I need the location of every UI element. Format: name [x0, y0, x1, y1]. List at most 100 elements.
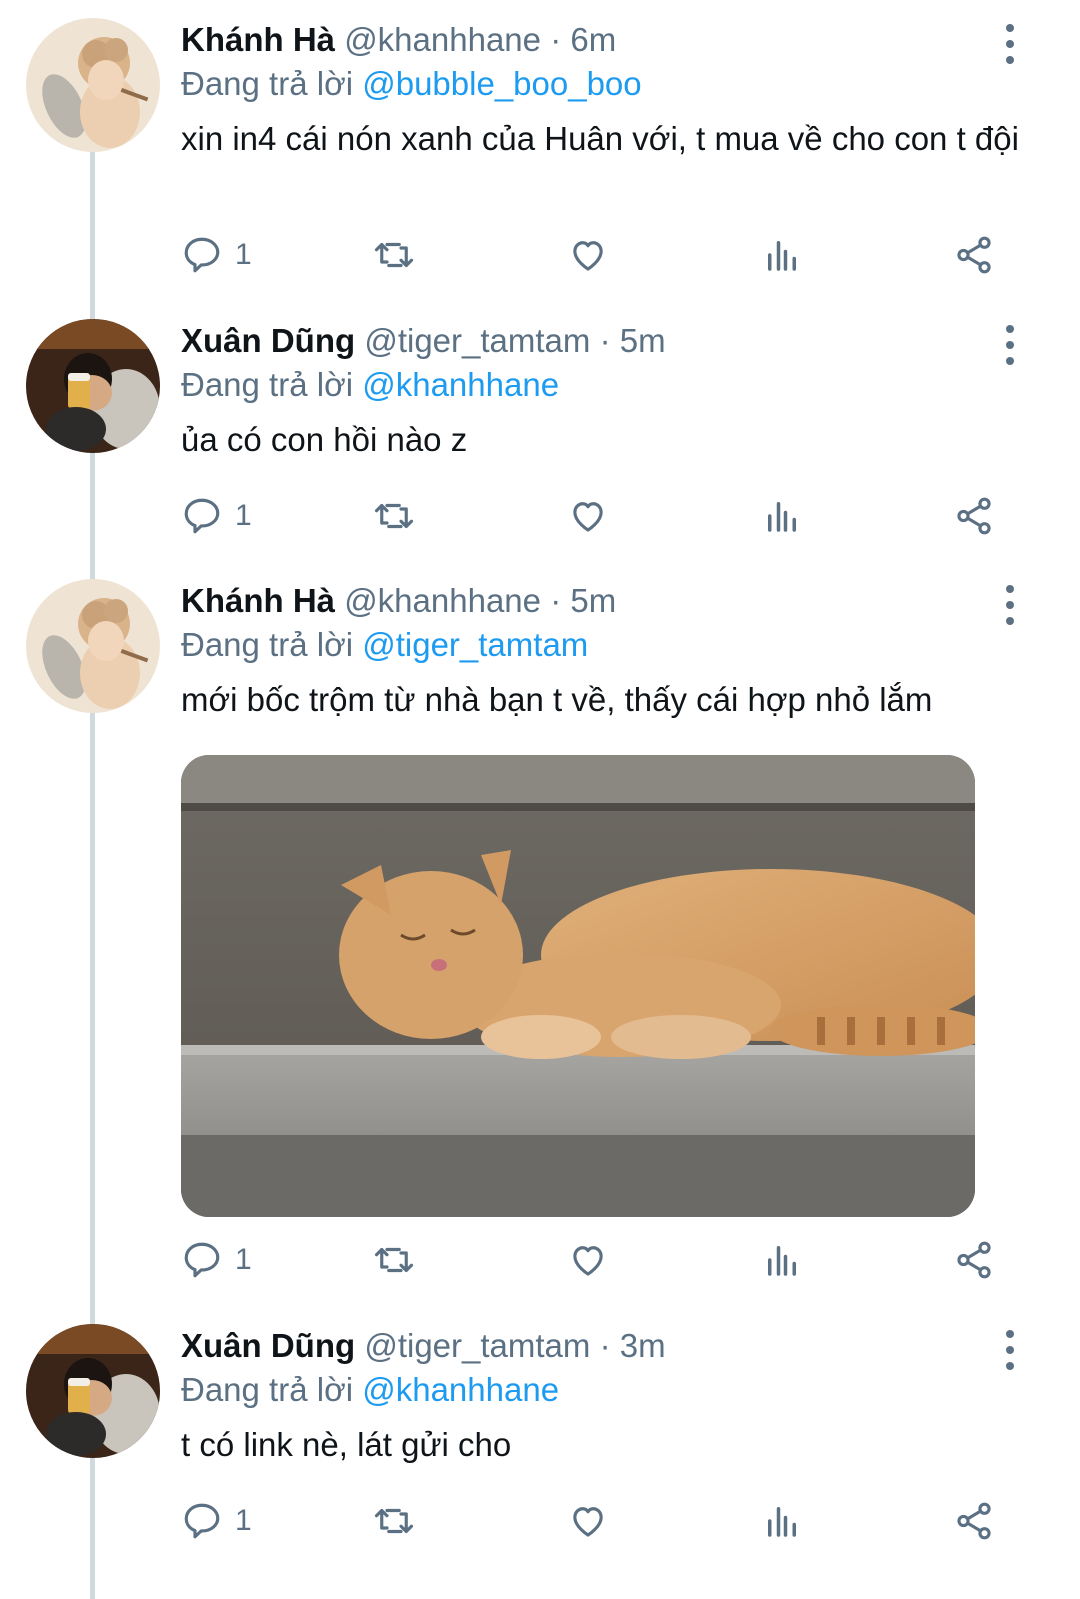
like-button[interactable] — [567, 491, 609, 541]
tweet-text: xin in4 cái nón xanh của Huân với, t mua… — [181, 120, 1019, 157]
like-button[interactable] — [567, 1235, 609, 1285]
retweet-button[interactable] — [373, 230, 415, 280]
retweet-icon — [374, 1508, 414, 1534]
tweet-text: t có link nè, lát gửi cho — [181, 1426, 512, 1463]
beer-avatar-icon — [26, 319, 160, 453]
sleeping-cat-photo[interactable] — [181, 755, 975, 1217]
mention-link[interactable]: @khanhhane — [362, 366, 559, 403]
analytics-button[interactable] — [761, 1235, 803, 1285]
tweet-header: Xuân Dũng @tiger_tamtam · 3m — [181, 1324, 1020, 1368]
tweet[interactable]: Xuân Dũng @tiger_tamtam · 5m Đang trả lờ… — [0, 301, 1080, 561]
user-handle[interactable]: @khanhhane — [344, 582, 541, 619]
tweet-text: ủa có con hồi nào z — [181, 421, 468, 458]
separator-dot: · — [599, 1327, 611, 1364]
display-name[interactable]: Xuân Dũng — [181, 1327, 355, 1364]
share-icon — [957, 497, 991, 535]
action-bar: 1 — [181, 230, 1021, 280]
analytics-button[interactable] — [761, 230, 803, 280]
user-handle[interactable]: @khanhhane — [344, 21, 541, 58]
heart-icon — [573, 1246, 603, 1276]
tweet-content: Khánh Hà @khanhhane · 6m Đang trả lời @b… — [181, 18, 1020, 160]
tweet-header: Khánh Hà @khanhhane · 5m — [181, 579, 1020, 623]
analytics-button[interactable] — [761, 491, 803, 541]
more-icon[interactable] — [998, 1330, 1022, 1370]
avatar[interactable] — [26, 1324, 160, 1458]
share-button[interactable] — [953, 230, 995, 280]
retweet-icon — [374, 1247, 414, 1273]
angel-avatar-icon — [26, 18, 160, 152]
replying-to: Đang trả lời @khanhhane — [181, 1368, 1020, 1412]
more-icon[interactable] — [998, 24, 1022, 64]
display-name[interactable]: Khánh Hà — [181, 582, 335, 619]
heart-icon — [573, 1507, 603, 1537]
avatar[interactable] — [26, 319, 160, 453]
action-bar: 1 — [181, 1496, 1021, 1546]
retweet-button[interactable] — [373, 491, 415, 541]
replying-prefix: Đang trả lời — [181, 1371, 354, 1408]
cat-photo-image — [181, 755, 975, 1217]
more-icon[interactable] — [998, 585, 1022, 625]
like-button[interactable] — [567, 230, 609, 280]
replying-to: Đang trả lời @khanhhane — [181, 363, 1020, 407]
reply-count: 1 — [235, 1504, 252, 1537]
reply-icon — [184, 237, 220, 273]
analytics-button[interactable] — [761, 1496, 803, 1546]
tweet-text: mới bốc trộm từ nhà bạn t về, thấy cái h… — [181, 681, 933, 718]
reply-button[interactable]: 1 — [181, 491, 252, 541]
reply-button[interactable]: 1 — [181, 1235, 252, 1285]
more-icon[interactable] — [998, 325, 1022, 365]
analytics-icon — [768, 1507, 796, 1537]
retweet-button[interactable] — [373, 1235, 415, 1285]
avatar[interactable] — [26, 579, 160, 713]
tweet[interactable]: Khánh Hà @khanhhane · 5m Đang trả lời @t… — [0, 561, 1080, 1306]
display-name[interactable]: Khánh Hà — [181, 21, 335, 58]
replying-prefix: Đang trả lời — [181, 65, 354, 102]
beer-avatar-icon — [26, 1324, 160, 1458]
retweet-button[interactable] — [373, 1496, 415, 1546]
tweet-content: Xuân Dũng @tiger_tamtam · 3m Đang trả lờ… — [181, 1324, 1020, 1466]
mention-link[interactable]: @bubble_boo_boo — [362, 65, 641, 102]
separator-dot: · — [550, 21, 562, 58]
share-button[interactable] — [953, 491, 995, 541]
like-button[interactable] — [567, 1496, 609, 1546]
reply-icon — [184, 498, 220, 534]
avatar[interactable] — [26, 18, 160, 152]
timestamp[interactable]: 6m — [570, 21, 616, 58]
share-icon — [957, 1241, 991, 1279]
analytics-icon — [768, 241, 796, 271]
action-bar: 1 — [181, 491, 1021, 541]
heart-icon — [573, 241, 603, 271]
mention-link[interactable]: @khanhhane — [362, 1371, 559, 1408]
tweet-header: Xuân Dũng @tiger_tamtam · 5m — [181, 319, 1020, 363]
share-button[interactable] — [953, 1496, 995, 1546]
angel-avatar-icon — [26, 579, 160, 713]
reply-button[interactable]: 1 — [181, 1496, 252, 1546]
separator-dot: · — [599, 322, 611, 359]
reply-count: 1 — [235, 238, 252, 271]
timestamp[interactable]: 3m — [620, 1327, 666, 1364]
replying-prefix: Đang trả lời — [181, 626, 354, 663]
display-name[interactable]: Xuân Dũng — [181, 322, 355, 359]
share-button[interactable] — [953, 1235, 995, 1285]
tweet-header: Khánh Hà @khanhhane · 6m — [181, 18, 1020, 62]
replying-prefix: Đang trả lời — [181, 366, 354, 403]
user-handle[interactable]: @tiger_tamtam — [364, 322, 590, 359]
reply-button[interactable]: 1 — [181, 230, 252, 280]
separator-dot: · — [550, 582, 562, 619]
retweet-icon — [374, 242, 414, 268]
heart-icon — [573, 502, 603, 532]
reply-icon — [184, 1503, 220, 1539]
tweet[interactable]: Xuân Dũng @tiger_tamtam · 3m Đang trả lờ… — [0, 1306, 1080, 1599]
reply-count: 1 — [235, 499, 252, 532]
action-bar: 1 — [181, 1235, 1021, 1285]
analytics-icon — [768, 502, 796, 532]
user-handle[interactable]: @tiger_tamtam — [364, 1327, 590, 1364]
retweet-icon — [374, 503, 414, 529]
replying-to: Đang trả lời @bubble_boo_boo — [181, 62, 1020, 106]
tweet-content: Xuân Dũng @tiger_tamtam · 5m Đang trả lờ… — [181, 319, 1020, 461]
timestamp[interactable]: 5m — [570, 582, 616, 619]
mention-link[interactable]: @tiger_tamtam — [362, 626, 588, 663]
tweet[interactable]: Khánh Hà @khanhhane · 6m Đang trả lời @b… — [0, 0, 1080, 300]
timestamp[interactable]: 5m — [620, 322, 666, 359]
analytics-icon — [768, 1246, 796, 1276]
